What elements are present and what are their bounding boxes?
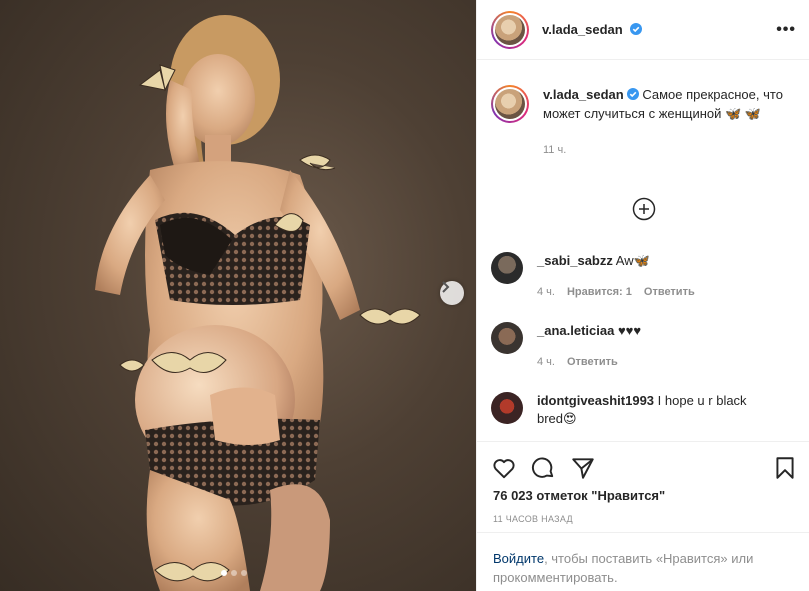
comment-item: _sabi_sabzz Aw🦋 4 ч. Нравится: 1 Ответит… [491,252,791,301]
comment-item: idontgiveashit1993 I hope u r black bred… [491,392,791,428]
comment-icon[interactable] [530,455,556,481]
chevron-right-icon [442,281,450,293]
author-avatar[interactable] [491,10,529,49]
verified-badge-icon [630,22,643,35]
caption-username[interactable]: v.lada_sedan [543,87,624,102]
carousel-dot [231,570,237,576]
author-username[interactable]: v.lada_sedan [542,22,623,37]
carousel-dot [241,570,247,576]
post-timestamp[interactable]: 11 ЧАСОВ НАЗАД [493,514,573,524]
likes-count[interactable]: 76 023 отметок "Нравится" [493,488,665,503]
carousel-indicator [221,570,247,576]
more-options-button[interactable]: ••• [776,21,796,39]
login-link[interactable]: Войдите [493,551,544,566]
post-modal: v.lada_sedan ••• v.lada_sedan Самое прек… [0,0,809,591]
more-options-icon: ••• [776,21,796,38]
post-caption: v.lada_sedan Самое прекрасное, что может… [491,85,796,160]
avatar-image [495,89,525,119]
carousel-dot-active [221,570,227,576]
post-photo[interactable] [0,0,476,591]
caption-time[interactable]: 11 ч. [543,141,783,160]
photo-illustration [95,15,421,591]
comment-likes[interactable]: Нравится: 1 [567,283,632,301]
commenter-avatar[interactable] [491,252,523,284]
post-side-panel: v.lada_sedan ••• v.lada_sedan Самое прек… [476,0,809,591]
comment-reply-button[interactable]: Ответить [644,283,695,301]
load-more-comments-button[interactable] [632,197,656,221]
heart-icon[interactable] [491,455,517,481]
action-bar [477,441,809,491]
comment-text: ♥♥♥ [617,323,642,338]
comment-item: _ana.leticiaa ♥♥♥ 4 ч. Ответить [491,322,791,371]
caption-author-avatar[interactable] [491,85,529,123]
carousel-next-button[interactable] [440,281,464,305]
post-header: v.lada_sedan ••• [477,0,809,60]
login-prompt: Войдите, чтобы поставить «Нравится» или … [477,532,809,591]
paper-plane-icon[interactable] [570,455,596,481]
comment-username[interactable]: _sabi_sabzz [537,253,613,268]
comment-text: Aw🦋 [615,253,650,268]
commenter-avatar[interactable] [491,392,523,424]
bookmark-icon[interactable] [772,455,798,481]
verified-badge-icon [626,88,639,100]
comment-username[interactable]: _ana.leticiaa [537,323,614,338]
comment-username[interactable]: idontgiveashit1993 [537,393,654,408]
comment-time[interactable]: 4 ч. [537,283,555,301]
commenter-avatar[interactable] [491,322,523,354]
comment-reply-button[interactable]: Ответить [567,353,618,371]
avatar-image [495,14,525,45]
comment-time[interactable]: 4 ч. [537,353,555,371]
